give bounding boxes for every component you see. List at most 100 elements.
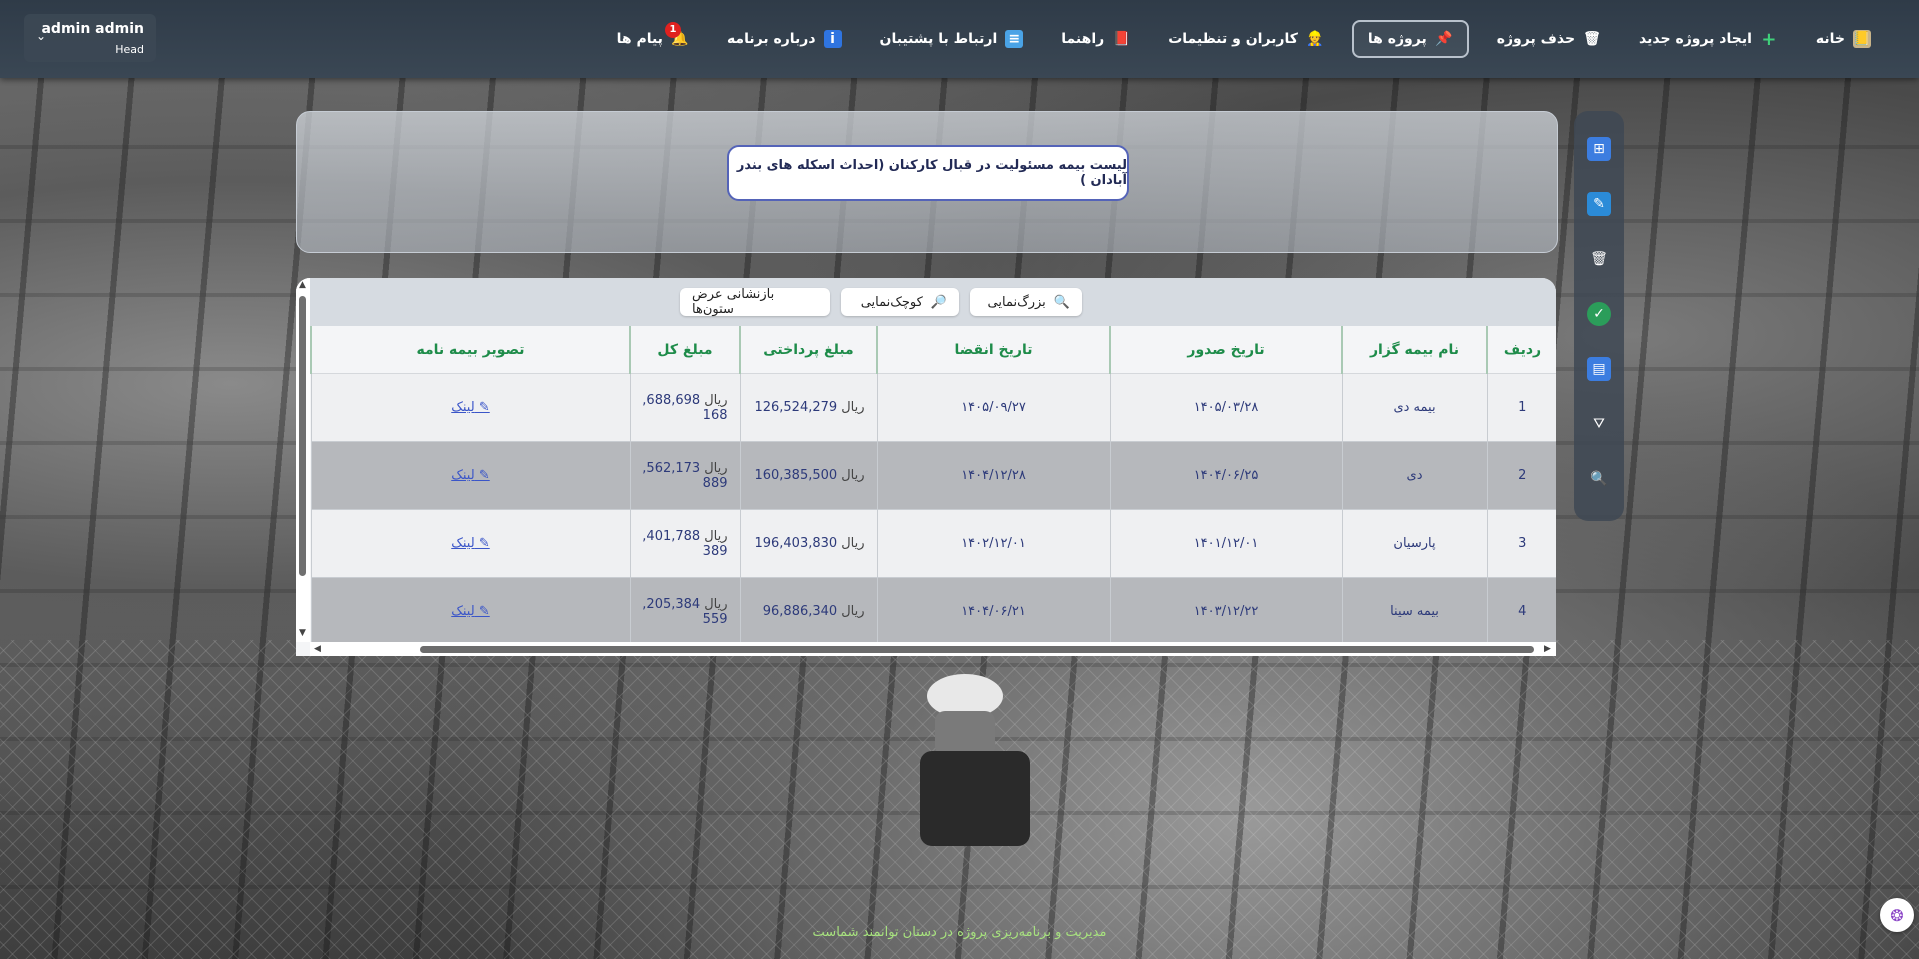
total-value-part1: 205,384, bbox=[642, 596, 701, 612]
table-row[interactable]: 1 بیمه دی ۱۴۰۵/۰۳/۲۸ ۱۴۰۵/۰۹/۲۷ ریال126,… bbox=[310, 373, 1556, 442]
scroll-up-icon[interactable]: ▲ bbox=[299, 280, 306, 290]
pen-icon: ✎ bbox=[474, 400, 490, 415]
nav-new-project[interactable]: + ایجاد پروژه جدید bbox=[1629, 22, 1788, 56]
scroll-right-icon[interactable]: ▶ bbox=[1544, 644, 1551, 654]
table-row[interactable]: 2 دی ۱۴۰۴/۰۶/۲۵ ۱۴۰۴/۱۲/۲۸ ریال160,385,5… bbox=[310, 441, 1556, 510]
nav-users-settings[interactable]: 👷 کاربران و تنظیمات bbox=[1158, 22, 1334, 56]
reset-widths-label: بازنشانی عرض ستون‌ها bbox=[692, 287, 775, 317]
pin-icon: 📌 bbox=[1435, 31, 1453, 47]
pen-icon: ✎ bbox=[474, 604, 490, 619]
cell-total-amount: ریال562,173, 889 bbox=[629, 441, 740, 510]
insurance-table: ردیف نام بیمه گزار تاریخ صدور تاریخ انقض… bbox=[310, 326, 1556, 646]
col-header-total-amount[interactable]: مبلغ کل bbox=[629, 326, 740, 374]
search-icon[interactable]: 🔍 bbox=[1587, 467, 1611, 491]
col-header-insurer[interactable]: نام بیمه گزار bbox=[1341, 326, 1487, 374]
vertical-scrollbar[interactable]: ▲ ▼ bbox=[296, 278, 310, 642]
zoom-in-label: بزرگ‌نمایی bbox=[987, 294, 1046, 310]
cell-index: 1 bbox=[1486, 373, 1556, 442]
plus-icon: + bbox=[1761, 28, 1777, 50]
cell-paid-amount: ریال196,403,830 bbox=[739, 509, 877, 578]
top-navbar: 📒 خانه + ایجاد پروژه جدید 🗑 حذف پروژه 📌 … bbox=[0, 0, 1919, 78]
nav-delete-project-label: حذف پروژه bbox=[1496, 31, 1576, 47]
document-icon[interactable]: ▤ bbox=[1587, 357, 1611, 381]
nav-messages-label: پیام ها bbox=[616, 31, 663, 47]
cell-total-amount: ریال401,788, 389 bbox=[629, 509, 740, 578]
nav-users-settings-label: کاربران و تنظیمات bbox=[1168, 31, 1298, 47]
worker-illustration bbox=[920, 674, 1030, 846]
background-net bbox=[0, 640, 1919, 959]
nav-support[interactable]: ≡ ارتباط با پشتیبان bbox=[870, 22, 1034, 56]
cell-total-amount: ریال688,698, 168 bbox=[629, 373, 740, 442]
footer-text: مدیریت و برنامه‌ریزی پروژه در دستان توان… bbox=[812, 925, 1107, 940]
total-value-part2: 559 bbox=[702, 611, 728, 627]
total-value-part1: 562,173, bbox=[642, 460, 701, 476]
policy-link[interactable]: ✎ لینک bbox=[451, 604, 489, 619]
nav-new-project-label: ایجاد پروژه جدید bbox=[1639, 31, 1752, 47]
nav-messages[interactable]: 🔔 1 پیام ها bbox=[607, 22, 699, 56]
user-menu[interactable]: admin admin Head ⌄ bbox=[24, 14, 156, 62]
user-icon: 👷 bbox=[1306, 31, 1324, 47]
edit-icon[interactable]: ✎ bbox=[1587, 192, 1611, 216]
trash-icon: 🗑 bbox=[1583, 31, 1601, 47]
guide-book-icon: 📕 bbox=[1112, 31, 1130, 47]
currency-label: ریال bbox=[704, 392, 728, 408]
nav-about[interactable]: i درباره برنامه bbox=[717, 22, 852, 56]
side-toolbar: ⊞ ✎ 🗑 ✓ ▤ ⛛ 🔍 bbox=[1574, 111, 1624, 521]
trash-icon[interactable]: 🗑 bbox=[1587, 247, 1611, 271]
cell-policy-image: ✎ لینک bbox=[310, 509, 630, 578]
nav-home[interactable]: 📒 خانه bbox=[1806, 22, 1881, 56]
policy-link-label: لینک bbox=[451, 604, 475, 619]
cell-expiry-date: ۱۴۰۴/۰۶/۲۱ bbox=[876, 577, 1110, 646]
zoom-out-button[interactable]: 🔎 کوچک‌نمایی bbox=[841, 288, 959, 316]
page-title: لیست بیمه مسئولیت در قبال کارکنان (احداث… bbox=[727, 145, 1129, 201]
scroll-left-icon[interactable]: ◀ bbox=[314, 644, 321, 654]
total-value-part2: 168 bbox=[702, 407, 728, 423]
cell-insurer: بیمه سینا bbox=[1341, 577, 1487, 646]
filter-icon[interactable]: ⛛ bbox=[1587, 412, 1611, 436]
horizontal-scroll-thumb[interactable] bbox=[420, 646, 1534, 653]
col-header-paid-amount[interactable]: مبلغ پرداختی bbox=[739, 326, 877, 374]
cell-issue-date: ۱۴۰۴/۰۶/۲۵ bbox=[1109, 441, 1342, 510]
cell-index: 4 bbox=[1486, 577, 1556, 646]
cell-expiry-date: ۱۴۰۲/۱۲/۰۱ bbox=[876, 509, 1110, 578]
cell-expiry-date: ۱۴۰۴/۱۲/۲۸ bbox=[876, 441, 1110, 510]
magnifier-plus-icon: 🔍 bbox=[1053, 294, 1070, 310]
cell-insurer: دی bbox=[1341, 441, 1487, 510]
total-value-part1: 401,788, bbox=[642, 528, 701, 544]
nav-guide-label: راهنما bbox=[1061, 31, 1105, 47]
nav-support-label: ارتباط با پشتیبان bbox=[879, 31, 998, 47]
cell-insurer: بیمه دی bbox=[1341, 373, 1487, 442]
nav-projects[interactable]: 📌 پروژه ها bbox=[1351, 20, 1469, 58]
policy-link[interactable]: ✎ لینک bbox=[451, 468, 489, 483]
cell-insurer: پارسیان bbox=[1341, 509, 1487, 578]
info-icon: i bbox=[823, 30, 842, 48]
col-header-issue-date[interactable]: تاریخ صدور bbox=[1109, 326, 1342, 374]
currency-label: ریال bbox=[704, 596, 728, 612]
currency-label: ریال bbox=[841, 400, 865, 415]
table-row[interactable]: 4 بیمه سینا ۱۴۰۳/۱۲/۲۲ ۱۴۰۴/۰۶/۲۱ ریال96… bbox=[310, 577, 1556, 646]
nav-delete-project[interactable]: 🗑 حذف پروژه bbox=[1487, 22, 1611, 56]
horizontal-scrollbar[interactable]: ◀ ▶ bbox=[310, 642, 1556, 656]
nav-projects-label: پروژه ها bbox=[1367, 31, 1427, 47]
zoom-in-button[interactable]: 🔍 بزرگ‌نمایی bbox=[970, 288, 1082, 316]
cell-issue-date: ۱۴۰۳/۱۲/۲۲ bbox=[1109, 577, 1342, 646]
pen-icon: ✎ bbox=[474, 468, 490, 483]
policy-link[interactable]: ✎ لینک bbox=[451, 536, 489, 551]
col-header-index[interactable]: ردیف bbox=[1486, 326, 1556, 374]
check-icon[interactable]: ✓ bbox=[1587, 302, 1611, 326]
cell-index: 3 bbox=[1486, 509, 1556, 578]
cell-paid-amount: ریال96,886,340 bbox=[739, 577, 877, 646]
table-row[interactable]: 3 پارسیان ۱۴۰۱/۱۲/۰۱ ۱۴۰۲/۱۲/۰۱ ریال196,… bbox=[310, 509, 1556, 578]
cell-paid-amount: ریال126,524,279 bbox=[739, 373, 877, 442]
scroll-down-icon[interactable]: ▼ bbox=[299, 628, 306, 638]
notification-badge: 1 bbox=[664, 22, 681, 38]
nav-menu: 📒 خانه + ایجاد پروژه جدید 🗑 حذف پروژه 📌 … bbox=[607, 20, 1881, 58]
col-header-policy-image[interactable]: تصویر بیمه نامه bbox=[310, 326, 630, 374]
reset-widths-button[interactable]: بازنشانی عرض ستون‌ها bbox=[680, 287, 830, 317]
vertical-scroll-thumb[interactable] bbox=[299, 296, 306, 576]
add-grid-icon[interactable]: ⊞ bbox=[1587, 137, 1611, 161]
policy-link[interactable]: ✎ لینک bbox=[451, 400, 489, 415]
nav-guide[interactable]: 📕 راهنما bbox=[1051, 22, 1140, 56]
col-header-expiry-date[interactable]: تاریخ انقضا bbox=[876, 326, 1110, 374]
assistant-icon[interactable]: ❂ bbox=[1880, 898, 1914, 932]
